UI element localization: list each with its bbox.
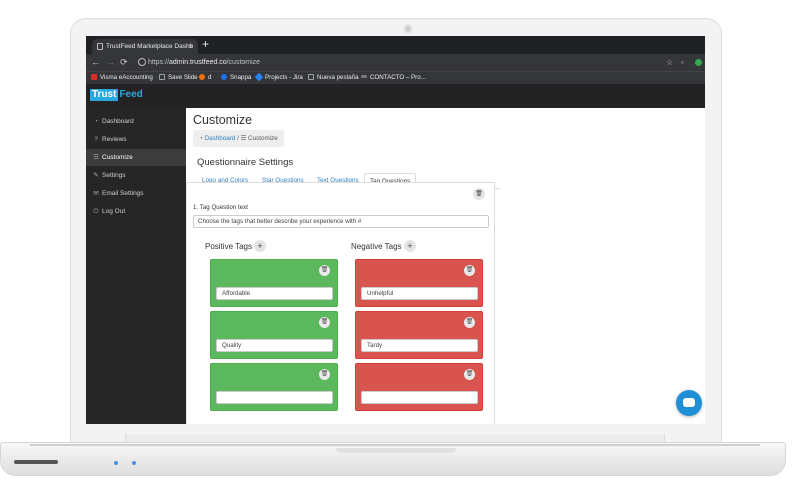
positive-tag-input[interactable]: Affordable xyxy=(216,287,333,300)
profile-avatar[interactable] xyxy=(695,59,702,66)
negative-tag-card: 🗑 Unhelpful xyxy=(355,259,483,307)
app-header: Trust Feed xyxy=(86,84,705,108)
bookmark-item[interactable]: Snappa xyxy=(221,72,251,84)
envelope-icon: ✉ xyxy=(93,190,99,197)
forward-icon[interactable]: → xyxy=(106,54,115,71)
add-positive-tag-button[interactable]: + xyxy=(254,240,266,252)
negative-tag-card: 🗑 xyxy=(355,363,483,411)
chat-widget-button[interactable] xyxy=(676,390,702,416)
chat-bubble-icon xyxy=(683,398,695,407)
page-title: Customize xyxy=(193,113,253,127)
trash-icon[interactable]: 🗑 xyxy=(464,369,475,380)
breadcrumb: ◔ Dashboard / ☰ Customize xyxy=(193,130,284,147)
address-bar: ← → ⟳ https://admin.trustfeed.co/customi… xyxy=(86,54,705,71)
question-icon: ? xyxy=(94,136,98,143)
wrench-icon: ✎ xyxy=(93,172,99,179)
trash-icon[interactable]: 🗑 xyxy=(464,317,475,328)
webcam xyxy=(403,24,413,34)
bookmark-icon xyxy=(308,74,314,80)
negative-tag-input[interactable]: Tardy xyxy=(361,339,478,352)
info-icon[interactable] xyxy=(138,58,146,66)
card-slot xyxy=(14,460,58,464)
bookmark-icon xyxy=(361,75,367,78)
sidebar-item-customize[interactable]: ☰ Customize xyxy=(86,149,186,166)
close-tab-icon[interactable]: × xyxy=(188,39,193,54)
laptop-notch xyxy=(336,448,456,453)
status-led xyxy=(132,461,136,465)
url-host: admin.trustfeed.co xyxy=(169,59,227,66)
url-scheme: https:// xyxy=(148,59,170,66)
bookmark-icon xyxy=(159,74,165,80)
positive-tag-input[interactable] xyxy=(216,391,333,404)
new-tab-button[interactable]: + xyxy=(202,37,209,51)
sidebar-item-log-out[interactable]: ⏻ Log Out xyxy=(86,203,186,220)
bookmark-item[interactable]: Projects - Jira xyxy=(254,72,303,84)
sidebar: ◔ Dashboard ? Reviews ☰ Customize ✎ Settings… xyxy=(86,108,186,424)
positive-tag-card: 🗑 Quality xyxy=(210,311,338,359)
screen: TrustFeed Marketplace Dashb × + ← → ⟳ ht… xyxy=(86,36,705,424)
reload-icon[interactable]: ⟳ xyxy=(120,54,128,71)
sliders-icon: ☰ xyxy=(93,154,99,161)
extension-icon[interactable]: ▫ xyxy=(681,54,684,71)
breadcrumb-current: Customize xyxy=(248,135,278,142)
question-label: 1. Tag Question text xyxy=(193,204,248,211)
browser-tab-strip: TrustFeed Marketplace Dashb × + xyxy=(86,36,705,54)
bookmark-icon xyxy=(91,74,97,80)
bookmark-icon xyxy=(221,74,227,80)
url-path: /customize xyxy=(226,59,261,66)
power-icon: ⏻ xyxy=(93,208,99,215)
sidebar-item-reviews[interactable]: ? Reviews xyxy=(86,131,186,148)
sidebar-item-dashboard[interactable]: ◔ Dashboard xyxy=(86,113,186,130)
add-negative-tag-button[interactable]: + xyxy=(404,240,416,252)
bookmark-icon xyxy=(199,74,205,80)
sidebar-item-settings[interactable]: ✎ Settings xyxy=(86,167,186,184)
positive-tag-card: 🗑 Affordable xyxy=(210,259,338,307)
laptop-mockup: TrustFeed Marketplace Dashb × + ← → ⟳ ht… xyxy=(0,0,800,500)
delete-question-button[interactable]: 🗑 xyxy=(473,188,485,200)
logo-part-feed: Feed xyxy=(119,89,143,100)
page-icon xyxy=(97,43,103,50)
status-led xyxy=(114,461,118,465)
url-field[interactable]: https://admin.trustfeed.co/customize xyxy=(136,57,666,68)
sliders-icon: ☰ xyxy=(240,135,247,142)
section-title: Questionnaire Settings xyxy=(197,157,294,168)
bookmarks-bar: Visma eAccounting Save Slide d Snappa Pr… xyxy=(86,71,705,84)
browser-tab[interactable]: TrustFeed Marketplace Dashb × xyxy=(92,39,198,54)
bookmark-item[interactable]: Nueva pestaña xyxy=(308,72,359,84)
negative-tag-card: 🗑 Tardy xyxy=(355,311,483,359)
bookmark-icon xyxy=(254,72,264,82)
bookmark-item[interactable]: d xyxy=(199,72,211,84)
trash-icon[interactable]: 🗑 xyxy=(319,265,330,276)
positive-tags-heading: Positive Tags xyxy=(205,242,252,251)
negative-tag-input[interactable]: Unhelpful xyxy=(361,287,478,300)
positive-tag-card: 🗑 xyxy=(210,363,338,411)
trash-icon[interactable]: 🗑 xyxy=(319,369,330,380)
back-icon[interactable]: ← xyxy=(91,54,100,71)
trash-icon[interactable]: 🗑 xyxy=(319,317,330,328)
laptop-groove xyxy=(30,444,760,446)
bookmark-star-icon[interactable]: ☆ xyxy=(666,54,673,71)
bookmark-item[interactable]: Visma eAccounting xyxy=(91,72,153,84)
sidebar-item-email-settings[interactable]: ✉ Email Settings xyxy=(86,185,186,202)
trustfeed-logo[interactable]: Trust Feed xyxy=(90,89,143,101)
tag-question-panel: 🗑 1. Tag Question text Choose the tags t… xyxy=(186,182,495,424)
breadcrumb-dashboard-link[interactable]: Dashboard xyxy=(205,135,236,142)
negative-tag-input[interactable] xyxy=(361,391,478,404)
breadcrumb-separator: / xyxy=(237,135,239,142)
negative-tags-heading: Negative Tags xyxy=(351,242,402,251)
logo-part-trust: Trust xyxy=(90,89,119,101)
question-text-input[interactable]: Choose the tags that better describe you… xyxy=(193,215,489,228)
trash-icon[interactable]: 🗑 xyxy=(464,265,475,276)
positive-tag-input[interactable]: Quality xyxy=(216,339,333,352)
dashboard-icon: ◔ xyxy=(94,118,98,125)
tab-title: TrustFeed Marketplace Dashb xyxy=(106,43,194,50)
bookmark-item[interactable]: CONTACTO – Pro... xyxy=(361,72,426,84)
bookmark-item[interactable]: Save Slide xyxy=(159,72,198,84)
